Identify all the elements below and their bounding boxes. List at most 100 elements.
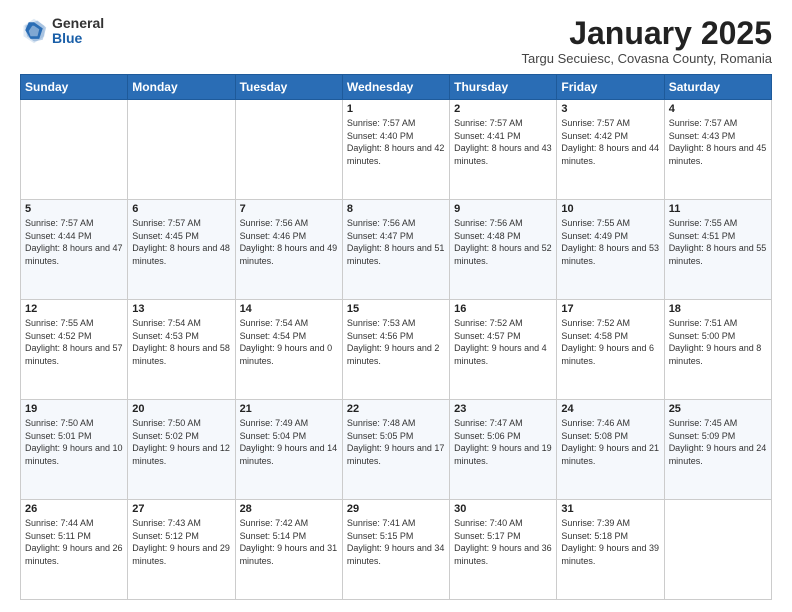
day-number: 10 bbox=[561, 203, 659, 215]
calendar-day-cell bbox=[235, 100, 342, 200]
calendar-day-header: Thursday bbox=[450, 75, 557, 100]
day-info: Sunrise: 7:52 AMSunset: 4:58 PMDaylight:… bbox=[561, 318, 654, 366]
calendar-day-cell: 9 Sunrise: 7:56 AMSunset: 4:48 PMDayligh… bbox=[450, 200, 557, 300]
day-info: Sunrise: 7:40 AMSunset: 5:17 PMDaylight:… bbox=[454, 518, 552, 566]
calendar-week-row: 5 Sunrise: 7:57 AMSunset: 4:44 PMDayligh… bbox=[21, 200, 772, 300]
calendar-day-cell: 29 Sunrise: 7:41 AMSunset: 5:15 PMDaylig… bbox=[342, 500, 449, 600]
day-info: Sunrise: 7:52 AMSunset: 4:57 PMDaylight:… bbox=[454, 318, 547, 366]
calendar-day-cell: 18 Sunrise: 7:51 AMSunset: 5:00 PMDaylig… bbox=[664, 300, 771, 400]
calendar-day-cell: 16 Sunrise: 7:52 AMSunset: 4:57 PMDaylig… bbox=[450, 300, 557, 400]
day-number: 1 bbox=[347, 103, 445, 115]
day-info: Sunrise: 7:50 AMSunset: 5:01 PMDaylight:… bbox=[25, 418, 123, 466]
day-number: 7 bbox=[240, 203, 338, 215]
calendar-day-cell: 1 Sunrise: 7:57 AMSunset: 4:40 PMDayligh… bbox=[342, 100, 449, 200]
calendar-day-cell: 10 Sunrise: 7:55 AMSunset: 4:49 PMDaylig… bbox=[557, 200, 664, 300]
calendar-day-cell: 17 Sunrise: 7:52 AMSunset: 4:58 PMDaylig… bbox=[557, 300, 664, 400]
calendar-day-header: Tuesday bbox=[235, 75, 342, 100]
day-number: 15 bbox=[347, 303, 445, 315]
day-number: 6 bbox=[132, 203, 230, 215]
calendar-day-cell: 15 Sunrise: 7:53 AMSunset: 4:56 PMDaylig… bbox=[342, 300, 449, 400]
day-number: 14 bbox=[240, 303, 338, 315]
day-info: Sunrise: 7:44 AMSunset: 5:11 PMDaylight:… bbox=[25, 518, 123, 566]
day-info: Sunrise: 7:57 AMSunset: 4:44 PMDaylight:… bbox=[25, 218, 123, 266]
title-block: January 2025 Targu Secuiesc, Covasna Cou… bbox=[522, 16, 773, 66]
day-number: 25 bbox=[669, 403, 767, 415]
calendar-day-cell bbox=[664, 500, 771, 600]
calendar-day-cell: 5 Sunrise: 7:57 AMSunset: 4:44 PMDayligh… bbox=[21, 200, 128, 300]
day-info: Sunrise: 7:57 AMSunset: 4:40 PMDaylight:… bbox=[347, 118, 445, 166]
day-info: Sunrise: 7:50 AMSunset: 5:02 PMDaylight:… bbox=[132, 418, 230, 466]
day-info: Sunrise: 7:42 AMSunset: 5:14 PMDaylight:… bbox=[240, 518, 338, 566]
calendar-day-header: Wednesday bbox=[342, 75, 449, 100]
day-number: 22 bbox=[347, 403, 445, 415]
page-title: January 2025 bbox=[522, 16, 773, 51]
calendar-day-header: Sunday bbox=[21, 75, 128, 100]
calendar-day-cell: 31 Sunrise: 7:39 AMSunset: 5:18 PMDaylig… bbox=[557, 500, 664, 600]
calendar-day-cell: 12 Sunrise: 7:55 AMSunset: 4:52 PMDaylig… bbox=[21, 300, 128, 400]
day-info: Sunrise: 7:56 AMSunset: 4:46 PMDaylight:… bbox=[240, 218, 338, 266]
calendar-day-cell: 6 Sunrise: 7:57 AMSunset: 4:45 PMDayligh… bbox=[128, 200, 235, 300]
calendar-day-cell: 22 Sunrise: 7:48 AMSunset: 5:05 PMDaylig… bbox=[342, 400, 449, 500]
page: General Blue January 2025 Targu Secuiesc… bbox=[0, 0, 792, 612]
calendar-day-cell: 28 Sunrise: 7:42 AMSunset: 5:14 PMDaylig… bbox=[235, 500, 342, 600]
calendar-day-cell: 2 Sunrise: 7:57 AMSunset: 4:41 PMDayligh… bbox=[450, 100, 557, 200]
day-info: Sunrise: 7:46 AMSunset: 5:08 PMDaylight:… bbox=[561, 418, 659, 466]
calendar-day-cell: 30 Sunrise: 7:40 AMSunset: 5:17 PMDaylig… bbox=[450, 500, 557, 600]
day-info: Sunrise: 7:57 AMSunset: 4:42 PMDaylight:… bbox=[561, 118, 659, 166]
day-number: 8 bbox=[347, 203, 445, 215]
day-number: 27 bbox=[132, 503, 230, 515]
day-number: 13 bbox=[132, 303, 230, 315]
day-info: Sunrise: 7:53 AMSunset: 4:56 PMDaylight:… bbox=[347, 318, 440, 366]
day-number: 12 bbox=[25, 303, 123, 315]
logo-icon bbox=[20, 17, 48, 45]
calendar-day-header: Friday bbox=[557, 75, 664, 100]
day-number: 26 bbox=[25, 503, 123, 515]
day-number: 29 bbox=[347, 503, 445, 515]
calendar-week-row: 1 Sunrise: 7:57 AMSunset: 4:40 PMDayligh… bbox=[21, 100, 772, 200]
day-info: Sunrise: 7:54 AMSunset: 4:54 PMDaylight:… bbox=[240, 318, 333, 366]
logo-blue: Blue bbox=[52, 31, 104, 46]
logo: General Blue bbox=[20, 16, 104, 47]
calendar-day-cell bbox=[21, 100, 128, 200]
day-number: 5 bbox=[25, 203, 123, 215]
day-number: 9 bbox=[454, 203, 552, 215]
day-number: 31 bbox=[561, 503, 659, 515]
day-info: Sunrise: 7:55 AMSunset: 4:51 PMDaylight:… bbox=[669, 218, 767, 266]
calendar-day-cell: 19 Sunrise: 7:50 AMSunset: 5:01 PMDaylig… bbox=[21, 400, 128, 500]
day-number: 2 bbox=[454, 103, 552, 115]
day-info: Sunrise: 7:39 AMSunset: 5:18 PMDaylight:… bbox=[561, 518, 659, 566]
day-number: 4 bbox=[669, 103, 767, 115]
day-number: 28 bbox=[240, 503, 338, 515]
logo-general: General bbox=[52, 16, 104, 31]
calendar-header-row: SundayMondayTuesdayWednesdayThursdayFrid… bbox=[21, 75, 772, 100]
day-number: 3 bbox=[561, 103, 659, 115]
day-number: 20 bbox=[132, 403, 230, 415]
logo-text: General Blue bbox=[52, 16, 104, 47]
day-info: Sunrise: 7:56 AMSunset: 4:47 PMDaylight:… bbox=[347, 218, 445, 266]
day-number: 24 bbox=[561, 403, 659, 415]
day-number: 11 bbox=[669, 203, 767, 215]
calendar-day-cell: 23 Sunrise: 7:47 AMSunset: 5:06 PMDaylig… bbox=[450, 400, 557, 500]
calendar-day-cell bbox=[128, 100, 235, 200]
day-number: 17 bbox=[561, 303, 659, 315]
day-info: Sunrise: 7:57 AMSunset: 4:45 PMDaylight:… bbox=[132, 218, 230, 266]
day-number: 18 bbox=[669, 303, 767, 315]
calendar-day-cell: 24 Sunrise: 7:46 AMSunset: 5:08 PMDaylig… bbox=[557, 400, 664, 500]
calendar-week-row: 26 Sunrise: 7:44 AMSunset: 5:11 PMDaylig… bbox=[21, 500, 772, 600]
calendar-day-cell: 27 Sunrise: 7:43 AMSunset: 5:12 PMDaylig… bbox=[128, 500, 235, 600]
calendar-day-cell: 26 Sunrise: 7:44 AMSunset: 5:11 PMDaylig… bbox=[21, 500, 128, 600]
calendar-day-cell: 25 Sunrise: 7:45 AMSunset: 5:09 PMDaylig… bbox=[664, 400, 771, 500]
calendar-day-cell: 3 Sunrise: 7:57 AMSunset: 4:42 PMDayligh… bbox=[557, 100, 664, 200]
day-info: Sunrise: 7:51 AMSunset: 5:00 PMDaylight:… bbox=[669, 318, 762, 366]
day-number: 23 bbox=[454, 403, 552, 415]
calendar-day-cell: 21 Sunrise: 7:49 AMSunset: 5:04 PMDaylig… bbox=[235, 400, 342, 500]
day-info: Sunrise: 7:56 AMSunset: 4:48 PMDaylight:… bbox=[454, 218, 552, 266]
day-info: Sunrise: 7:49 AMSunset: 5:04 PMDaylight:… bbox=[240, 418, 338, 466]
calendar-day-cell: 4 Sunrise: 7:57 AMSunset: 4:43 PMDayligh… bbox=[664, 100, 771, 200]
calendar-day-header: Saturday bbox=[664, 75, 771, 100]
page-subtitle: Targu Secuiesc, Covasna County, Romania bbox=[522, 51, 773, 66]
header: General Blue January 2025 Targu Secuiesc… bbox=[20, 16, 772, 66]
calendar-day-cell: 14 Sunrise: 7:54 AMSunset: 4:54 PMDaylig… bbox=[235, 300, 342, 400]
calendar-day-cell: 20 Sunrise: 7:50 AMSunset: 5:02 PMDaylig… bbox=[128, 400, 235, 500]
day-number: 21 bbox=[240, 403, 338, 415]
